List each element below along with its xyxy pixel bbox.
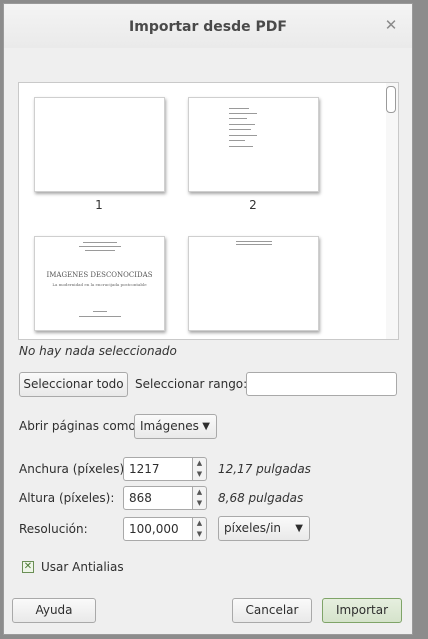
preview-scrollbar[interactable] <box>386 83 398 339</box>
open-as-label: Abrir páginas como <box>19 419 136 433</box>
import-pdf-dialog: Importar desde PDF ✕ 1 2 IMAGENES DESCON… <box>3 3 413 635</box>
open-as-value: Imágenes <box>140 419 199 433</box>
height-value[interactable]: 868 <box>123 486 193 510</box>
width-unit: 12,17 pulgadas <box>218 462 311 476</box>
resolution-label: Resolución: <box>19 522 88 536</box>
width-value[interactable]: 1217 <box>123 457 193 481</box>
select-range-label: Seleccionar rango: <box>135 377 248 391</box>
antialias-label: Usar Antialias <box>41 560 124 574</box>
scrollbar-thumb[interactable] <box>386 86 396 113</box>
page-number-4: 4 <box>233 337 273 339</box>
page-thumbnail-3[interactable]: IMAGENES DESCONOCIDAS La modernidad en l… <box>34 236 165 331</box>
close-icon[interactable]: ✕ <box>383 17 399 33</box>
width-spinbutton[interactable]: 1217 ▲ ▼ <box>123 457 207 481</box>
resolution-unit-value: píxeles/in <box>224 521 282 535</box>
cancel-button[interactable]: Cancelar <box>232 598 312 623</box>
dropdown-arrow-icon: ▼ <box>202 421 210 432</box>
page-3-subheading: La modernidad en la encrucijada postcont… <box>52 282 147 287</box>
selection-status: No hay nada seleccionado <box>19 344 177 358</box>
page-preview-area[interactable]: 1 2 IMAGENES DESCONOCIDAS La modernidad … <box>18 82 399 340</box>
spin-arrows-icon[interactable]: ▲ ▼ <box>193 457 207 481</box>
open-as-dropdown[interactable]: Imágenes ▼ <box>134 414 217 439</box>
select-range-input[interactable] <box>246 372 397 396</box>
help-button[interactable]: Ayuda <box>12 598 96 623</box>
page-number-2: 2 <box>249 198 257 212</box>
dialog-title: Importar desde PDF <box>129 19 287 35</box>
resolution-unit-dropdown[interactable]: píxeles/in ▼ <box>218 516 310 541</box>
page-number-3: 3 <box>79 337 119 339</box>
titlebar: Importar desde PDF ✕ <box>4 4 412 48</box>
height-unit: 8,68 pulgadas <box>218 491 304 505</box>
height-spinbutton[interactable]: 868 ▲ ▼ <box>123 486 207 510</box>
width-label: Anchura (píxeles): <box>19 462 129 476</box>
page-thumbnail-2[interactable] <box>188 97 319 192</box>
resolution-value[interactable]: 100,000 <box>123 517 193 541</box>
select-all-button[interactable]: Seleccionar todo <box>19 372 128 397</box>
page-thumbnail-1[interactable] <box>34 97 165 192</box>
import-button[interactable]: Importar <box>322 598 402 623</box>
page-number-1: 1 <box>95 198 103 212</box>
resolution-spinbutton[interactable]: 100,000 ▲ ▼ <box>123 517 207 541</box>
dropdown-arrow-icon: ▼ <box>295 523 303 534</box>
height-label: Altura (píxeles): <box>19 491 115 505</box>
spin-arrows-icon[interactable]: ▲ ▼ <box>193 486 207 510</box>
page-thumbnail-4[interactable] <box>188 236 319 331</box>
spin-arrows-icon[interactable]: ▲ ▼ <box>193 517 207 541</box>
page-3-heading: IMAGENES DESCONOCIDAS <box>46 271 153 279</box>
antialias-checkbox[interactable]: ✕ <box>22 561 34 573</box>
